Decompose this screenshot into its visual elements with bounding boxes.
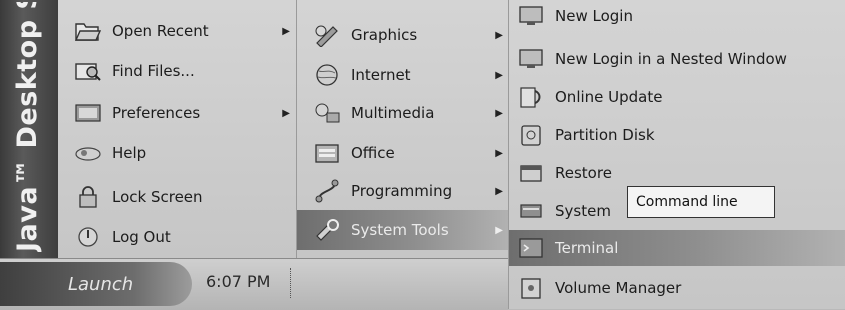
- menu-item-label: Programming: [351, 182, 453, 200]
- graphics-icon: [311, 21, 343, 49]
- menu-item-label: Log Out: [112, 228, 171, 246]
- system-icon: [515, 197, 547, 225]
- menu-item-volume-manager[interactable]: Volume Manager: [509, 270, 845, 306]
- menu-item-open-recent[interactable]: Open Recent ▶: [58, 12, 296, 50]
- taskbar-handle[interactable]: [290, 268, 297, 298]
- menu-item-label: Terminal: [555, 239, 619, 257]
- menu-item-log-out[interactable]: Log Out: [58, 218, 296, 256]
- programming-icon: [311, 177, 343, 205]
- restore-icon: [515, 159, 547, 187]
- applications-menu: Graphics ▶ Internet ▶ Multimedia ▶ Offic…: [296, 0, 509, 258]
- logout-icon: [72, 223, 104, 251]
- menu-item-label: Find Files...: [112, 62, 195, 80]
- menu-item-label: Lock Screen: [112, 188, 203, 206]
- launch-menu: Open Recent ▶ Find Files... Preferences …: [58, 0, 296, 258]
- preferences-icon: [72, 99, 104, 127]
- menu-item-multimedia[interactable]: Multimedia ▶: [297, 94, 509, 132]
- partition-disk-icon: [515, 121, 547, 149]
- menu-item-label: Restore: [555, 164, 612, 182]
- menu-item-label: Open Recent: [112, 22, 209, 40]
- menu-item-lock-screen[interactable]: Lock Screen: [58, 178, 296, 216]
- multimedia-icon: [311, 99, 343, 127]
- menu-item-label: Graphics: [351, 26, 418, 44]
- menu-item-label: System: [555, 202, 611, 220]
- terminal-icon: [515, 234, 547, 262]
- menu-item-programming[interactable]: Programming ▶: [297, 172, 509, 210]
- menu-item-partition-disk[interactable]: Partition Disk: [509, 116, 845, 154]
- help-icon: [72, 139, 104, 167]
- brand-title: Java™ Desktop S: [12, 2, 43, 252]
- folder-open-icon: [72, 17, 104, 45]
- menu-item-label: Internet: [351, 66, 411, 84]
- submenu-arrow-icon: ▶: [495, 185, 503, 197]
- monitor-icon: [515, 45, 547, 73]
- menu-item-preferences[interactable]: Preferences ▶: [58, 94, 296, 132]
- menu-item-label: Volume Manager: [555, 279, 682, 297]
- submenu-arrow-icon: ▶: [495, 69, 503, 81]
- menu-item-terminal[interactable]: Terminal: [509, 230, 845, 266]
- submenu-arrow-icon: ▶: [282, 25, 290, 37]
- system-tools-menu: New Login New Login in a Nested Window O…: [508, 0, 845, 309]
- tooltip: Command line: [627, 186, 775, 218]
- menu-item-label: Office: [351, 144, 395, 162]
- menu-item-online-update[interactable]: Online Update: [509, 78, 845, 116]
- online-update-icon: [515, 83, 547, 111]
- submenu-arrow-icon: ▶: [495, 224, 503, 236]
- menu-item-new-login[interactable]: New Login: [509, 0, 845, 32]
- menu-item-internet[interactable]: Internet ▶: [297, 56, 509, 94]
- submenu-arrow-icon: ▶: [495, 107, 503, 119]
- menu-item-office[interactable]: Office ▶: [297, 134, 509, 172]
- submenu-arrow-icon: ▶: [282, 107, 290, 119]
- monitor-icon: [515, 2, 547, 30]
- menu-item-label: New Login: [555, 7, 633, 25]
- menu-item-label: Help: [112, 144, 147, 162]
- find-files-icon: [72, 57, 104, 85]
- launch-button[interactable]: Launch: [0, 262, 192, 306]
- menu-item-graphics[interactable]: Graphics ▶: [297, 16, 509, 54]
- menu-item-system-tools[interactable]: System Tools ▶: [297, 210, 509, 250]
- lock-icon: [72, 183, 104, 211]
- submenu-arrow-icon: ▶: [495, 29, 503, 41]
- menu-item-label: Multimedia: [351, 104, 435, 122]
- menu-item-label: System Tools: [351, 221, 449, 239]
- volume-manager-icon: [515, 274, 547, 302]
- globe-icon: [311, 61, 343, 89]
- submenu-arrow-icon: ▶: [495, 147, 503, 159]
- menu-item-label: Online Update: [555, 88, 663, 106]
- menu-item-label: Partition Disk: [555, 126, 655, 144]
- menu-item-new-login-nested[interactable]: New Login in a Nested Window: [509, 40, 845, 78]
- menu-item-help[interactable]: Help: [58, 134, 296, 172]
- brand-strip: Java™ Desktop S: [0, 0, 58, 258]
- system-tools-icon: [311, 216, 343, 244]
- office-icon: [311, 139, 343, 167]
- clock[interactable]: 6:07 PM: [206, 272, 270, 291]
- menu-item-label: Preferences: [112, 104, 201, 122]
- menu-item-find-files[interactable]: Find Files...: [58, 52, 296, 90]
- menu-item-label: New Login in a Nested Window: [555, 50, 787, 68]
